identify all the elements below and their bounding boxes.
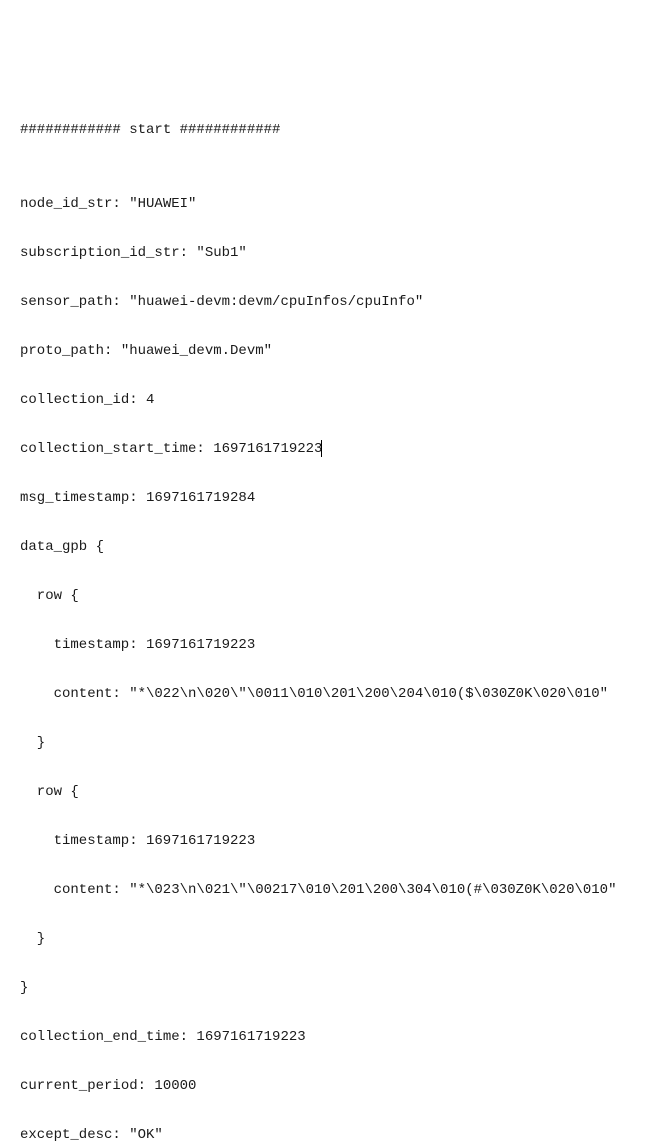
except-desc-line: except_desc: "OK" [20, 1123, 636, 1144]
row1-timestamp-line: timestamp: 1697161719223 [20, 633, 636, 658]
row2-content-line: content: "*\023\n\021\"\00217\010\201\20… [20, 878, 636, 903]
collection-end-time-line: collection_end_time: 1697161719223 [20, 1025, 636, 1050]
text-cursor [321, 440, 322, 457]
row-close-line: } [20, 927, 636, 952]
data-gpb-open-line: data_gpb { [20, 535, 636, 560]
proto-path-line: proto_path: "huawei_devm.Devm" [20, 339, 636, 364]
current-period-line: current_period: 10000 [20, 1074, 636, 1099]
msg-timestamp-line: msg_timestamp: 1697161719284 [20, 486, 636, 511]
code-block: ############ start ############ node_id_… [20, 118, 636, 1144]
row-close-line: } [20, 731, 636, 756]
node-id-line: node_id_str: "HUAWEI" [20, 192, 636, 217]
row1-content-line: content: "*\022\n\020\"\0011\010\201\200… [20, 682, 636, 707]
row-open-line: row { [20, 584, 636, 609]
sensor-path-line: sensor_path: "huawei-devm:devm/cpuInfos/… [20, 290, 636, 315]
collection-start-time-line: collection_start_time: 1697161719223 [20, 437, 636, 462]
data-gpb-close-line: } [20, 976, 636, 1001]
row2-timestamp-line: timestamp: 1697161719223 [20, 829, 636, 854]
collection-id-line: collection_id: 4 [20, 388, 636, 413]
row-open-line: row { [20, 780, 636, 805]
subscription-id-line: subscription_id_str: "Sub1" [20, 241, 636, 266]
header-line: ############ start ############ [20, 118, 636, 143]
